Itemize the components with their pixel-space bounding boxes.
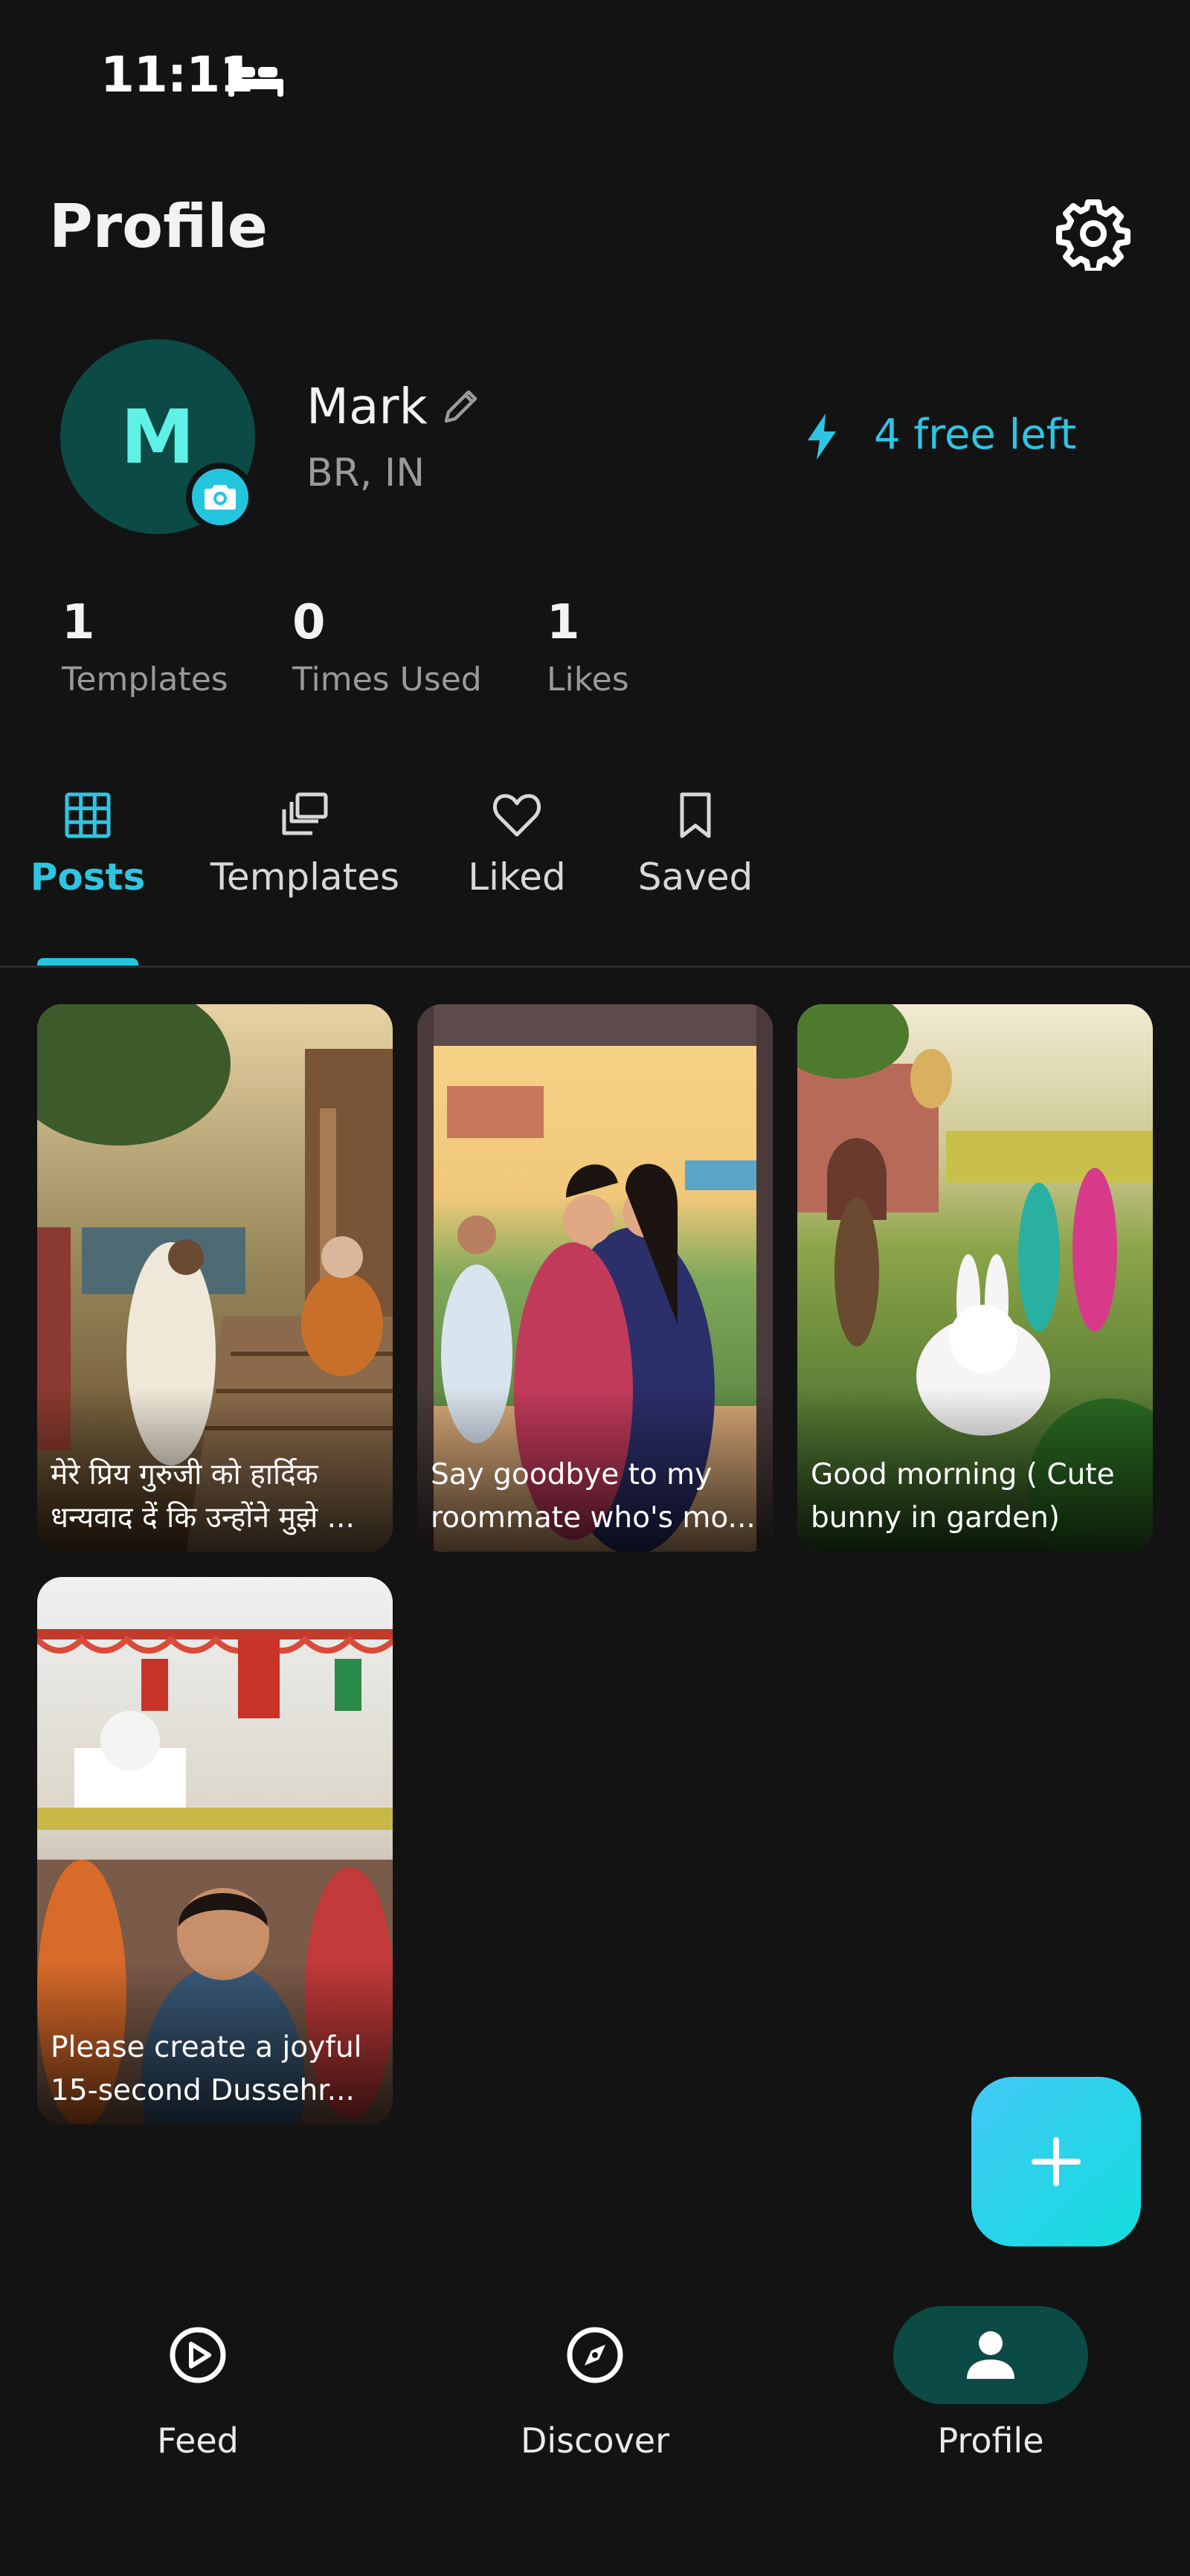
avatar-initial: M xyxy=(120,393,195,481)
play-circle-icon xyxy=(170,2327,226,2383)
post-caption: Please create a joyful 15-second Dussehr… xyxy=(51,2031,362,2107)
gear-icon[interactable] xyxy=(1056,196,1130,271)
page-title: Profile xyxy=(49,192,268,261)
bookmark-icon xyxy=(680,792,711,838)
post-card[interactable]: Please create a joyful 15-second Dussehr… xyxy=(37,1577,393,2124)
stat-likes-label: Likes xyxy=(547,661,629,698)
tab-posts-label: Posts xyxy=(30,855,146,899)
post-card[interactable]: Good morning ( Cute bunny in garden) xyxy=(797,1004,1153,1552)
post-caption: मेरे प्रिय गुरुजी को हार्दिक धन्यवाद दें… xyxy=(51,1458,355,1535)
stat-times-used-label: Times Used xyxy=(292,661,482,698)
post-card[interactable]: मेरे प्रिय गुरुजी को हार्दिक धन्यवाद दें… xyxy=(37,1004,393,1552)
tab-templates[interactable]: Templates xyxy=(201,788,409,967)
tab-templates-label: Templates xyxy=(210,855,400,899)
post-card[interactable]: Say goodbye to my roommate who's mo... xyxy=(417,1004,773,1552)
stack-icon xyxy=(282,792,328,835)
stat-templates-value: 1 xyxy=(62,595,95,650)
nav-profile[interactable]: Profile xyxy=(857,2306,1125,2470)
edit-name-icon[interactable] xyxy=(440,385,482,427)
plus-icon xyxy=(1032,2137,1081,2186)
nav-profile-pill xyxy=(893,2306,1088,2404)
nav-discover-label: Discover xyxy=(520,2421,670,2461)
nav-feed-label: Feed xyxy=(157,2421,239,2461)
stat-times-used-value: 0 xyxy=(292,595,326,650)
free-credits-label[interactable]: 4 free left xyxy=(874,411,1076,459)
tab-liked-label: Liked xyxy=(468,855,566,899)
heart-icon xyxy=(492,794,541,837)
tab-divider xyxy=(0,966,1190,968)
user-name: Mark xyxy=(306,378,428,435)
create-button[interactable] xyxy=(971,2077,1141,2246)
user-location: BR, IN xyxy=(306,451,425,495)
nav-feed[interactable]: Feed xyxy=(64,2306,332,2470)
bolt-icon xyxy=(808,414,836,460)
post-caption: Say goodbye to my roommate who's mo... xyxy=(431,1458,756,1535)
nav-profile-label: Profile xyxy=(937,2421,1044,2461)
bed-icon xyxy=(228,61,283,97)
person-icon xyxy=(967,2331,1014,2379)
tab-posts[interactable]: Posts xyxy=(13,788,162,967)
nav-discover-pill xyxy=(498,2306,692,2404)
stat-likes-value: 1 xyxy=(547,595,580,650)
camera-icon xyxy=(205,485,236,510)
stat-templates-label: Templates xyxy=(62,661,228,698)
nav-discover[interactable]: Discover xyxy=(461,2306,729,2470)
tab-liked[interactable]: Liked xyxy=(446,788,588,967)
grid-icon xyxy=(65,792,111,838)
post-caption: Good morning ( Cute bunny in garden) xyxy=(811,1458,1115,1535)
nav-feed-pill xyxy=(100,2306,295,2404)
tab-saved[interactable]: Saved xyxy=(625,788,766,967)
tab-saved-label: Saved xyxy=(637,855,753,899)
change-photo-button[interactable] xyxy=(186,463,254,531)
compass-icon xyxy=(567,2327,623,2383)
